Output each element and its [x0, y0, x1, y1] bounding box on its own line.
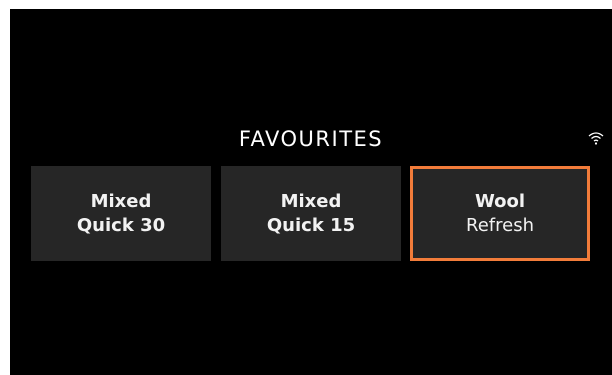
favourites-screen: FAVOURITES Mixed Quick 30 Mixed Quick 15… [10, 9, 612, 375]
favourite-mixed-quick-15-button[interactable]: Mixed Quick 15 [221, 166, 401, 261]
page-title: FAVOURITES [238, 127, 384, 151]
tile-line1: Wool [474, 190, 526, 212]
tile-line2: Quick 15 [266, 214, 356, 236]
favourite-wool-refresh-button[interactable]: Wool Refresh [410, 166, 590, 261]
tile-line1: Mixed [280, 190, 342, 212]
tile-line1: Mixed [90, 190, 152, 212]
favourite-mixed-quick-30-button[interactable]: Mixed Quick 30 [31, 166, 211, 261]
tile-line2: Refresh [466, 214, 534, 236]
tile-line2: Quick 30 [76, 214, 166, 236]
wifi-icon [588, 132, 604, 145]
